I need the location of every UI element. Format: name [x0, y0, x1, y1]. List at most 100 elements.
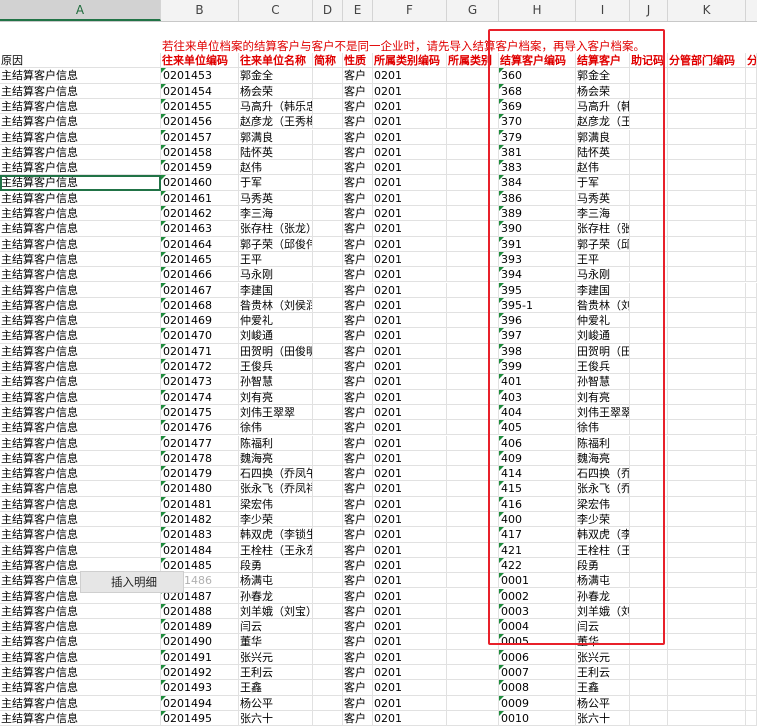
- cell-c[interactable]: 赵彦龙（王秀梅）: [239, 114, 313, 130]
- cell-d[interactable]: [313, 512, 343, 528]
- cell-a[interactable]: 主结算客户信息: [0, 619, 161, 635]
- cell-b[interactable]: 0201477: [161, 435, 239, 451]
- cell-a[interactable]: 主结算客户信息: [0, 206, 161, 222]
- cell-l[interactable]: [746, 313, 757, 329]
- cell-g[interactable]: [447, 695, 499, 711]
- cell-f[interactable]: 0201: [373, 175, 447, 191]
- column-header-a[interactable]: A: [0, 0, 161, 21]
- cell-e[interactable]: 客户: [343, 175, 373, 191]
- cell-c[interactable]: 刘羊娥（刘宝）: [239, 603, 313, 620]
- cell-d[interactable]: [313, 389, 343, 405]
- cell-d[interactable]: [313, 573, 343, 589]
- cell-k[interactable]: [668, 496, 746, 512]
- cell-b[interactable]: 0201481: [161, 496, 239, 512]
- cell-k[interactable]: [668, 450, 746, 467]
- cell-d[interactable]: [313, 221, 343, 237]
- cell-e[interactable]: 客户: [343, 634, 373, 650]
- cell-k[interactable]: [668, 328, 746, 344]
- cell-l[interactable]: [746, 496, 757, 512]
- cell-d[interactable]: [313, 680, 343, 696]
- cell-f[interactable]: 0201: [373, 649, 447, 665]
- cell-a[interactable]: 主结算客户信息: [0, 695, 161, 711]
- cell-c[interactable]: 陈福利: [239, 435, 313, 451]
- header-cell-e[interactable]: 性质: [343, 53, 373, 69]
- cell-a[interactable]: 主结算客户信息: [0, 404, 161, 421]
- cell-a[interactable]: 主结算客户信息: [0, 282, 161, 298]
- cell-l[interactable]: [746, 175, 757, 191]
- cell-e[interactable]: 客户: [343, 710, 373, 726]
- cell-j[interactable]: [630, 680, 668, 696]
- cell-k[interactable]: [668, 710, 746, 726]
- cell-g[interactable]: [447, 710, 499, 726]
- cell-k[interactable]: [668, 680, 746, 696]
- cell-k[interactable]: [668, 144, 746, 161]
- cell-i[interactable]: 王利云: [576, 665, 630, 681]
- cell-f[interactable]: 0201: [373, 236, 447, 252]
- cell-c[interactable]: 石四换（乔凤午）: [239, 466, 313, 482]
- cell-k[interactable]: [668, 665, 746, 681]
- cell-e[interactable]: 客户: [343, 359, 373, 375]
- cell-a[interactable]: 主结算客户信息: [0, 297, 161, 314]
- cell-b[interactable]: 0201493: [161, 680, 239, 696]
- cell-f[interactable]: 0201: [373, 710, 447, 726]
- cell-c[interactable]: 马秀英: [239, 190, 313, 206]
- cell-k[interactable]: [668, 221, 746, 237]
- cell-c[interactable]: 昝贵林（刘侯润）: [239, 297, 313, 314]
- cell-k[interactable]: [668, 512, 746, 528]
- cell-l[interactable]: [746, 619, 757, 635]
- cell-l[interactable]: [746, 695, 757, 711]
- cell-b[interactable]: 0201465: [161, 251, 239, 268]
- cell-d[interactable]: [313, 466, 343, 482]
- cell-k[interactable]: [668, 588, 746, 604]
- cell-k[interactable]: [668, 114, 746, 130]
- cell-a[interactable]: 主结算客户信息: [0, 374, 161, 390]
- cell-a[interactable]: 主结算客户信息: [0, 665, 161, 681]
- cell-b[interactable]: 0201476: [161, 420, 239, 436]
- cell-h[interactable]: 0009: [499, 695, 576, 711]
- cell-c[interactable]: 杨公平: [239, 695, 313, 711]
- cell-c[interactable]: 王栓柱（王永东）: [239, 542, 313, 558]
- cell-f[interactable]: 0201: [373, 404, 447, 421]
- cell-d[interactable]: [313, 649, 343, 665]
- cell-b[interactable]: 0201453: [161, 68, 239, 84]
- cell-l[interactable]: [746, 573, 757, 589]
- cell-e[interactable]: 客户: [343, 343, 373, 359]
- cell-b[interactable]: 0201482: [161, 512, 239, 528]
- column-header-c[interactable]: C: [239, 0, 313, 21]
- cell-l[interactable]: [746, 542, 757, 558]
- header-cell-b[interactable]: 往来单位编码: [161, 53, 239, 69]
- cell-c[interactable]: 李建国: [239, 282, 313, 298]
- cell-d[interactable]: [313, 343, 343, 359]
- cell-e[interactable]: 客户: [343, 466, 373, 482]
- cell-c[interactable]: 王利云: [239, 665, 313, 681]
- cell-e[interactable]: 客户: [343, 68, 373, 84]
- cell-i[interactable]: 杨公平: [576, 695, 630, 711]
- cell-f[interactable]: 0201: [373, 466, 447, 482]
- selected-cell[interactable]: [0, 175, 161, 191]
- cell-e[interactable]: 客户: [343, 251, 373, 268]
- cell-k[interactable]: [668, 190, 746, 206]
- cell-c[interactable]: 陆怀英: [239, 144, 313, 161]
- cell-k[interactable]: [668, 68, 746, 84]
- cell-b[interactable]: 0201455: [161, 98, 239, 115]
- cell-a[interactable]: 主结算客户信息: [0, 496, 161, 512]
- cell-b[interactable]: 0201474: [161, 389, 239, 405]
- cell-c[interactable]: 张永飞（乔凤祥）: [239, 481, 313, 497]
- cell-d[interactable]: [313, 313, 343, 329]
- cell-f[interactable]: 0201: [373, 573, 447, 589]
- cell-d[interactable]: [313, 282, 343, 298]
- cell-a[interactable]: 主结算客户信息: [0, 313, 161, 329]
- cell-e[interactable]: 客户: [343, 206, 373, 222]
- header-cell-a[interactable]: 原因: [0, 53, 161, 69]
- cell-c[interactable]: 徐伟: [239, 420, 313, 436]
- cell-a[interactable]: 主结算客户信息: [0, 420, 161, 436]
- column-header-g[interactable]: G: [447, 0, 499, 21]
- cell-e[interactable]: 客户: [343, 282, 373, 298]
- cell-c[interactable]: 刘峻通: [239, 328, 313, 344]
- cell-i[interactable]: 张六十: [576, 710, 630, 726]
- cell-b[interactable]: 0201470: [161, 328, 239, 344]
- cell-d[interactable]: [313, 68, 343, 84]
- cell-b[interactable]: 0201471: [161, 343, 239, 359]
- cell-e[interactable]: 客户: [343, 588, 373, 604]
- cell-f[interactable]: 0201: [373, 665, 447, 681]
